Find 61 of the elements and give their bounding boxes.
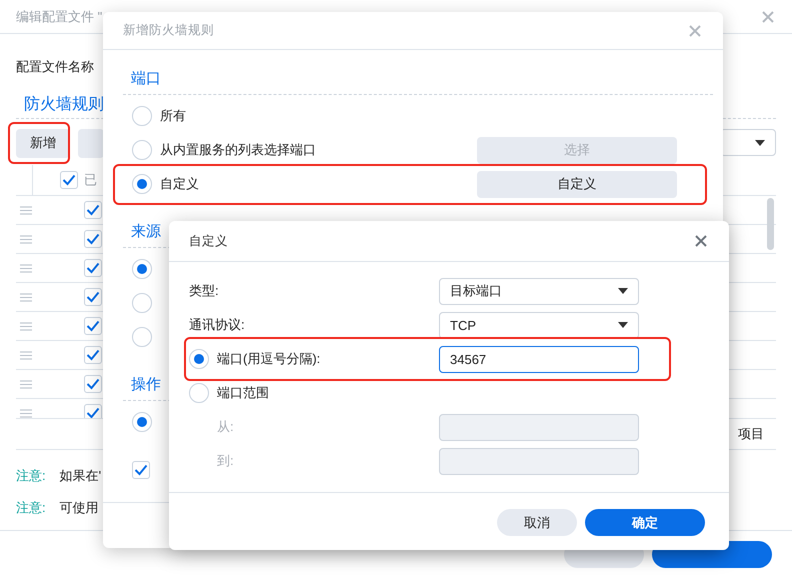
checkbox[interactable] <box>84 288 102 306</box>
close-icon[interactable] <box>695 235 707 247</box>
caret-icon <box>618 288 628 294</box>
close-icon[interactable] <box>762 11 774 23</box>
caret-icon <box>618 322 628 328</box>
checkbox[interactable] <box>84 230 102 248</box>
caret-icon <box>755 140 765 146</box>
field-label: 类型: <box>189 282 219 300</box>
drag-handle-icon[interactable] <box>20 380 32 388</box>
option-label: 自定义 <box>160 175 199 193</box>
note-label: 注意: <box>16 499 46 517</box>
radio-button[interactable] <box>132 327 152 347</box>
item-count: 项目 <box>738 425 764 443</box>
field-label: 配置文件名称 <box>16 58 94 76</box>
note-text: 如果在' <box>60 467 102 485</box>
drag-handle-icon[interactable] <box>20 350 32 360</box>
toolbar-button[interactable]: 新增 <box>16 128 70 158</box>
checkbox[interactable] <box>84 375 102 393</box>
checkbox[interactable] <box>84 259 102 277</box>
field-label: 从: <box>217 418 234 436</box>
close-icon[interactable] <box>689 25 701 37</box>
drag-handle-icon[interactable] <box>20 408 32 418</box>
radio-button[interactable] <box>132 259 152 279</box>
checkbox[interactable] <box>60 171 78 189</box>
window-title: 编辑配置文件 " <box>16 8 102 26</box>
option-button[interactable]: 自定义 <box>477 170 677 198</box>
dialog-title: 新增防火墙规则 <box>123 22 214 39</box>
field-label: 端口(用逗号分隔): <box>217 350 320 368</box>
checkbox[interactable] <box>84 346 102 364</box>
option-label: 从内置服务的列表选择端口 <box>160 141 316 159</box>
drag-handle-icon[interactable] <box>20 292 32 302</box>
radio-button[interactable] <box>189 383 209 403</box>
column-header: 已 <box>84 171 97 189</box>
field-label: 通讯协议: <box>189 316 245 334</box>
toolbar-button[interactable] <box>78 128 104 158</box>
drag-handle-icon[interactable] <box>20 322 32 330</box>
drag-handle-icon[interactable] <box>20 206 32 214</box>
radio-button[interactable] <box>132 412 152 432</box>
dialog-title: 自定义 <box>189 232 228 250</box>
note-label: 注意: <box>16 467 46 485</box>
checkbox[interactable] <box>84 201 102 219</box>
checkbox[interactable] <box>84 404 102 418</box>
drag-handle-icon[interactable] <box>20 264 32 272</box>
dropdown[interactable]: TCP <box>439 312 639 338</box>
radio-button[interactable] <box>189 349 209 369</box>
radio-button[interactable] <box>132 106 152 126</box>
checkbox[interactable] <box>132 461 150 479</box>
radio-button[interactable] <box>132 174 152 194</box>
input-field[interactable]: 34567 <box>439 346 639 372</box>
section-heading: 端口 <box>123 62 713 95</box>
dropdown[interactable]: 目标端口 <box>439 278 639 304</box>
note-text: 可使用 <box>60 499 99 517</box>
drag-handle-icon[interactable] <box>20 234 32 244</box>
field-label: 端口范围 <box>217 384 269 402</box>
confirm-button[interactable]: 确定 <box>585 509 705 536</box>
radio-button[interactable] <box>132 293 152 313</box>
field-label: 到: <box>217 452 234 470</box>
scrollbar[interactable] <box>767 198 774 250</box>
radio-button[interactable] <box>132 140 152 160</box>
cancel-button[interactable]: 取消 <box>497 509 577 536</box>
checkbox[interactable] <box>84 317 102 335</box>
